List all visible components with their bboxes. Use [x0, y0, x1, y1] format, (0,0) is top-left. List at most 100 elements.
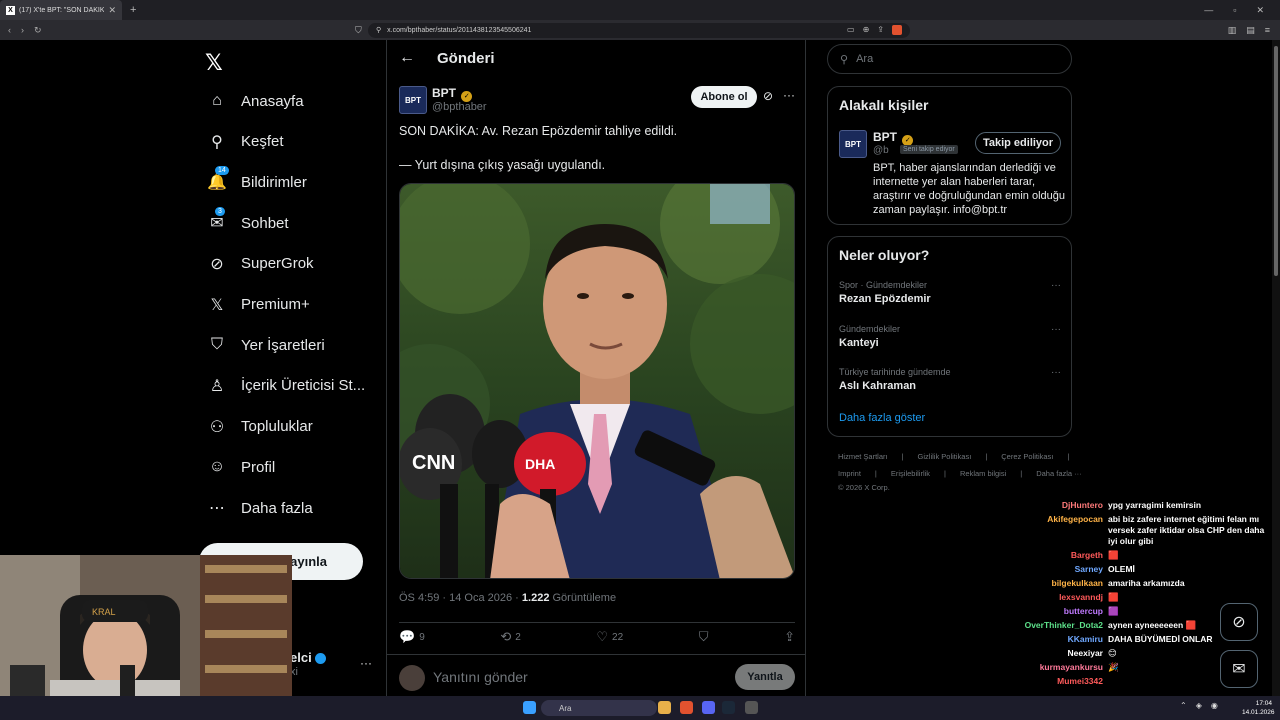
- back-arrow-icon[interactable]: ←: [399, 49, 415, 67]
- nav-item-1[interactable]: ⚲ Keşfet: [207, 132, 283, 152]
- back-icon[interactable]: ‹: [8, 25, 11, 35]
- trend-more-icon[interactable]: ···: [1051, 324, 1061, 335]
- screenshot-icon[interactable]: ▭: [847, 25, 855, 35]
- address-bar[interactable]: ⚲ x.com/bpthaber/status/2011438123545506…: [368, 22, 910, 38]
- chat-username[interactable]: KKamiru: [1068, 634, 1103, 645]
- file-explorer-icon[interactable]: [658, 701, 671, 714]
- footer-link[interactable]: Daha fazla ···: [1036, 469, 1081, 478]
- site-info-icon[interactable]: ⚲: [376, 26, 381, 34]
- reload-icon[interactable]: ↻: [34, 25, 42, 36]
- chat-username[interactable]: Bargeth: [1071, 550, 1103, 561]
- footer-link[interactable]: Çerez Politikası: [1001, 452, 1053, 461]
- trend-item[interactable]: Spor · Gündemdekiler Rezan Epözdemir ···: [839, 280, 1061, 305]
- chat-username[interactable]: Akifegepocan: [1047, 514, 1103, 525]
- search-input[interactable]: ⚲ Ara: [827, 44, 1072, 74]
- taskbar-search[interactable]: Ara: [541, 700, 657, 716]
- nav-item-8[interactable]: ⚇ Topluluklar: [207, 417, 313, 437]
- new-tab-icon[interactable]: +: [130, 4, 136, 16]
- trend-name: Aslı Kahraman: [839, 380, 917, 392]
- nav-item-5[interactable]: 𝕏 Premium+: [207, 295, 310, 315]
- nav-item-3[interactable]: ✉ 3 Sohbet: [207, 207, 289, 233]
- sidebar-icon[interactable]: ▥: [1228, 25, 1237, 36]
- like-action[interactable]: ♡ 22: [596, 629, 623, 645]
- chat-username[interactable]: Mumei3342: [1057, 676, 1103, 687]
- forward-icon[interactable]: ›: [21, 25, 24, 35]
- x-icon: 𝕏: [210, 296, 224, 314]
- more-options-icon[interactable]: ···: [783, 88, 795, 102]
- scrollbar-thumb[interactable]: [1274, 46, 1278, 276]
- taskbar-clock[interactable]: 17:04 14.01.2026: [1242, 699, 1275, 717]
- trend-item[interactable]: Gündemdekiler Kanteyi ···: [839, 324, 1061, 349]
- footer-link[interactable]: Hizmet Şartları: [838, 452, 888, 461]
- x-logo-icon[interactable]: 𝕏: [205, 50, 223, 76]
- nav-item-9[interactable]: ☺ Profil: [207, 457, 275, 477]
- reply-input[interactable]: Yanıtını gönder: [433, 669, 528, 685]
- trend-item[interactable]: Türkiye tarihinde gündemde Aslı Kahraman ·…: [839, 367, 1061, 392]
- footer-separator: |: [1020, 469, 1023, 478]
- menu-icon[interactable]: ≡: [1265, 25, 1270, 36]
- bookmark-action[interactable]: ⛉: [699, 629, 709, 645]
- share-action[interactable]: ⇪: [784, 629, 795, 645]
- footer-link[interactable]: Erişilebilirlik: [891, 469, 930, 478]
- tray-arrow-icon[interactable]: ⌃: [1180, 701, 1187, 710]
- trend-more-icon[interactable]: ···: [1051, 367, 1061, 378]
- nav-item-6[interactable]: ⛉ Yer İşaretleri: [207, 335, 325, 355]
- windows-start-icon[interactable]: [523, 701, 536, 714]
- reply-action[interactable]: 💬 9: [399, 629, 425, 645]
- nav-item-0[interactable]: ⌂ Anasayfa: [207, 91, 303, 111]
- views-count: 1.222: [521, 592, 550, 604]
- footer-link[interactable]: Gizlilik Politikası: [918, 452, 972, 461]
- nav-item-2[interactable]: 🔔 14 Bildirimler: [207, 166, 307, 192]
- close-window-icon[interactable]: ✕: [1256, 5, 1264, 16]
- footer-link[interactable]: Reklam bilgisi: [960, 469, 1006, 478]
- chat-username[interactable]: buttercup: [1064, 606, 1103, 617]
- chat-username[interactable]: DjHuntero: [1062, 500, 1103, 511]
- chat-username[interactable]: OverThinker_Dota2: [1025, 620, 1103, 631]
- related-avatar[interactable]: BPT: [839, 130, 867, 158]
- close-icon[interactable]: ✕: [108, 5, 116, 16]
- trend-category: Türkiye tarihinde gündemde: [839, 367, 951, 377]
- post-photo[interactable]: CNN DHA: [399, 183, 795, 579]
- volume-icon[interactable]: ◉: [1211, 701, 1218, 710]
- related-name[interactable]: BPT ✓: [873, 130, 914, 146]
- account-name[interactable]: elci: [290, 650, 327, 665]
- more-icon: ⋯: [209, 500, 225, 517]
- zoom-icon[interactable]: ⊕: [863, 25, 870, 35]
- footer-link[interactable]: Imprint: [838, 469, 861, 478]
- grok-icon[interactable]: ⊘: [763, 89, 773, 103]
- nav-item-4[interactable]: ⊘ SuperGrok: [207, 254, 313, 274]
- author-avatar[interactable]: BPT: [399, 86, 427, 114]
- chat-username[interactable]: bilgekulkaan: [1052, 578, 1104, 589]
- steam-icon[interactable]: [722, 701, 735, 714]
- svg-text:CNN: CNN: [412, 452, 455, 474]
- chat-username[interactable]: kurmayankursu: [1040, 662, 1103, 673]
- chat-username[interactable]: Sarney: [1075, 564, 1103, 575]
- messages-fab-icon[interactable]: ✉: [1220, 650, 1258, 688]
- grok-fab-icon[interactable]: ⊘: [1220, 603, 1258, 641]
- trend-more-icon[interactable]: ···: [1051, 280, 1061, 291]
- share-icon[interactable]: ⇪: [877, 25, 884, 35]
- scrollbar[interactable]: [1272, 40, 1280, 696]
- discord-icon[interactable]: [702, 701, 715, 714]
- bookmark-page-icon[interactable]: ⛉: [355, 25, 362, 36]
- wallet-icon[interactable]: ▤: [1246, 25, 1255, 36]
- author-name[interactable]: BPT ✓: [432, 86, 473, 102]
- author-handle[interactable]: @bpthaber: [432, 101, 487, 113]
- brave-shield-icon[interactable]: [892, 25, 902, 35]
- network-icon[interactable]: ◈: [1196, 701, 1202, 710]
- following-button[interactable]: Takip ediliyor: [975, 132, 1061, 154]
- repost-action[interactable]: ⟲ 2: [500, 629, 520, 645]
- reply-button[interactable]: Yanıtla: [735, 664, 795, 690]
- maximize-icon[interactable]: ▫: [1233, 5, 1236, 16]
- nav-item-10[interactable]: ⋯ Daha fazla: [207, 498, 313, 518]
- account-more-icon[interactable]: ···: [360, 656, 372, 670]
- brave-taskbar-icon[interactable]: [680, 701, 693, 714]
- nav-item-7[interactable]: ♙ İçerik Üreticisi St...: [207, 376, 365, 396]
- browser-tab[interactable]: X (17) X'te BPT: "SON DAKİKA: Av. ✕: [0, 0, 122, 20]
- subscribe-button[interactable]: Abone ol: [691, 86, 757, 108]
- show-more-link[interactable]: Daha fazla göster: [839, 412, 925, 424]
- chat-username[interactable]: Neexiyar: [1068, 648, 1103, 659]
- minimize-icon[interactable]: —: [1204, 5, 1213, 16]
- obs-icon[interactable]: [745, 701, 758, 714]
- chat-username[interactable]: lexsvanndj: [1059, 592, 1103, 603]
